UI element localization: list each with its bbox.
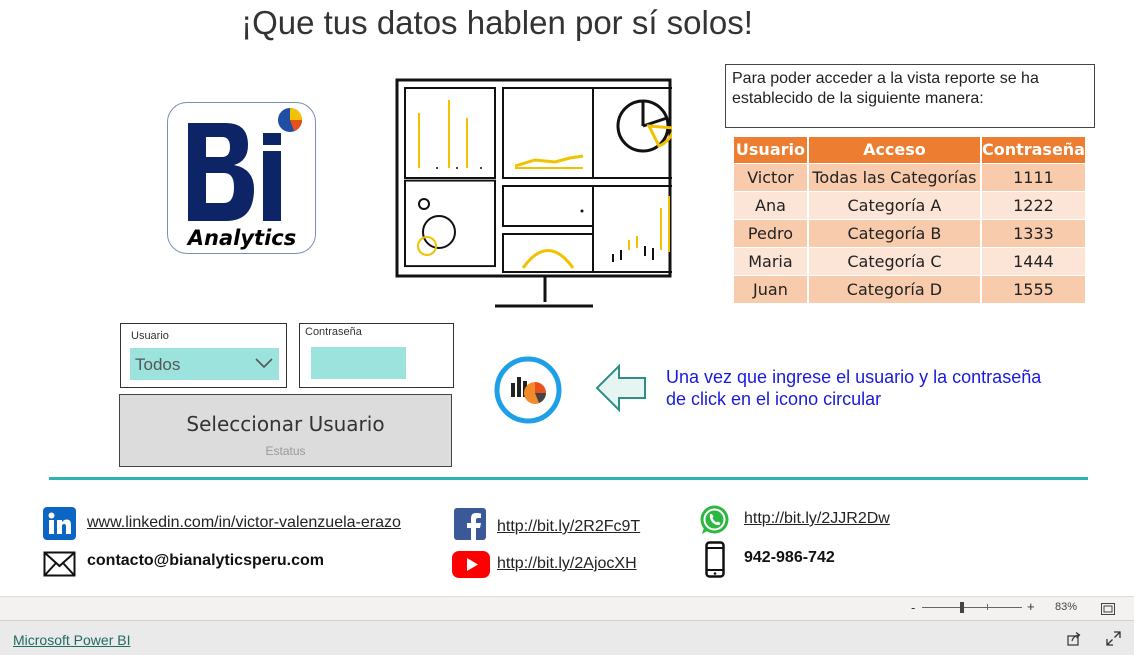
zoom-in-button[interactable]: + <box>1027 599 1035 614</box>
password-slicer-label: Contraseña <box>305 326 362 338</box>
cell-access: Categoría B <box>807 218 982 247</box>
select-user-label: Seleccionar Usuario <box>186 412 385 436</box>
report-icon[interactable] <box>493 355 563 425</box>
cell-user: Victor <box>734 162 809 191</box>
facebook-icon <box>454 508 486 545</box>
zoom-level: 83% <box>1055 601 1078 613</box>
share-icon[interactable] <box>1067 631 1082 651</box>
column-header-acceso: Acceso <box>807 137 982 163</box>
zoom-slider-midmark <box>987 604 988 610</box>
zoom-slider-track[interactable] <box>922 607 1022 608</box>
user-slicer-label: Usuario <box>131 330 169 342</box>
cell-access: Categoría D <box>807 274 982 303</box>
instruction-text: Una vez que ingrese el usuario y la cont… <box>666 367 1042 409</box>
password-input[interactable] <box>311 347 406 379</box>
cell-user: Maria <box>734 246 809 275</box>
powerbi-link[interactable]: Microsoft Power BI <box>13 632 130 648</box>
cell-access: Categoría C <box>807 246 982 275</box>
status-label: Estatus <box>265 444 306 458</box>
select-user-button[interactable]: Seleccionar Usuario Estatus <box>119 394 452 467</box>
cell-user: Ana <box>734 190 809 219</box>
cell-password: 1111 <box>980 162 1088 191</box>
cell-password: 1222 <box>980 190 1088 219</box>
table-row: Pedro Categoría B 1333 <box>734 218 1088 247</box>
cell-user: Pedro <box>734 218 809 247</box>
youtube-icon <box>452 551 490 583</box>
table-header-row: Usuario Acceso Contraseña <box>734 137 1088 163</box>
fullscreen-icon[interactable] <box>1106 631 1121 651</box>
whatsapp-icon <box>698 503 731 541</box>
column-header-usuario: Usuario <box>734 137 809 163</box>
zoom-bar: - + 83% <box>0 596 1134 620</box>
cell-user: Juan <box>734 274 809 303</box>
whatsapp-link[interactable]: http://bit.ly/2JJR2Dw <box>744 510 890 528</box>
cell-access: Todas las Categorías <box>807 162 982 191</box>
page-title: ¡Que tus datos hablen por sí solos! <box>241 4 753 41</box>
email-icon <box>43 551 76 582</box>
powerbi-bottom-bar: Microsoft Power BI <box>0 620 1134 655</box>
fit-page-icon[interactable] <box>1101 602 1115 620</box>
cell-password: 1555 <box>980 274 1088 303</box>
youtube-link[interactable]: http://bit.ly/2AjocXH <box>497 555 637 573</box>
user-slicer: Usuario Todos <box>120 323 287 388</box>
linkedin-link[interactable]: www.linkedin.com/in/victor-valenzuela-er… <box>87 514 401 532</box>
linkedin-icon <box>43 507 76 545</box>
logo-tagline: Analytics <box>186 226 296 250</box>
access-info-text: Para poder acceder a la vista reporte se… <box>725 64 1095 128</box>
access-table: Usuario Acceso Contraseña Victor Todas l… <box>734 137 1088 303</box>
phone-number: 942-986-742 <box>744 549 835 566</box>
cell-password: 1333 <box>980 218 1088 247</box>
zoom-slider-thumb[interactable] <box>960 602 964 613</box>
user-dropdown-value: Todos <box>135 355 181 374</box>
facebook-link[interactable]: http://bit.ly/2R2Fc9T <box>497 518 640 536</box>
cell-access: Categoría A <box>807 190 982 219</box>
table-row: Juan Categoría D 1555 <box>734 274 1088 303</box>
arrow-left-icon <box>595 362 647 414</box>
column-header-contrasena: Contraseña <box>980 137 1088 163</box>
password-slicer: Contraseña <box>299 323 454 388</box>
table-row: Ana Categoría A 1222 <box>734 190 1088 219</box>
bi-analytics-logo: Analytics <box>167 102 316 254</box>
divider <box>49 477 1088 480</box>
chevron-down-icon <box>255 358 273 369</box>
phone-icon <box>705 541 725 583</box>
cell-password: 1444 <box>980 246 1088 275</box>
zoom-out-button[interactable]: - <box>911 600 915 615</box>
table-row: Victor Todas las Categorías 1111 <box>734 162 1088 191</box>
dashboard-monitor-illustration <box>395 78 684 308</box>
email-address: contacto@bianalyticsperu.com <box>87 552 324 569</box>
table-row: Maria Categoría C 1444 <box>734 246 1088 275</box>
user-dropdown[interactable]: Todos <box>130 348 279 380</box>
